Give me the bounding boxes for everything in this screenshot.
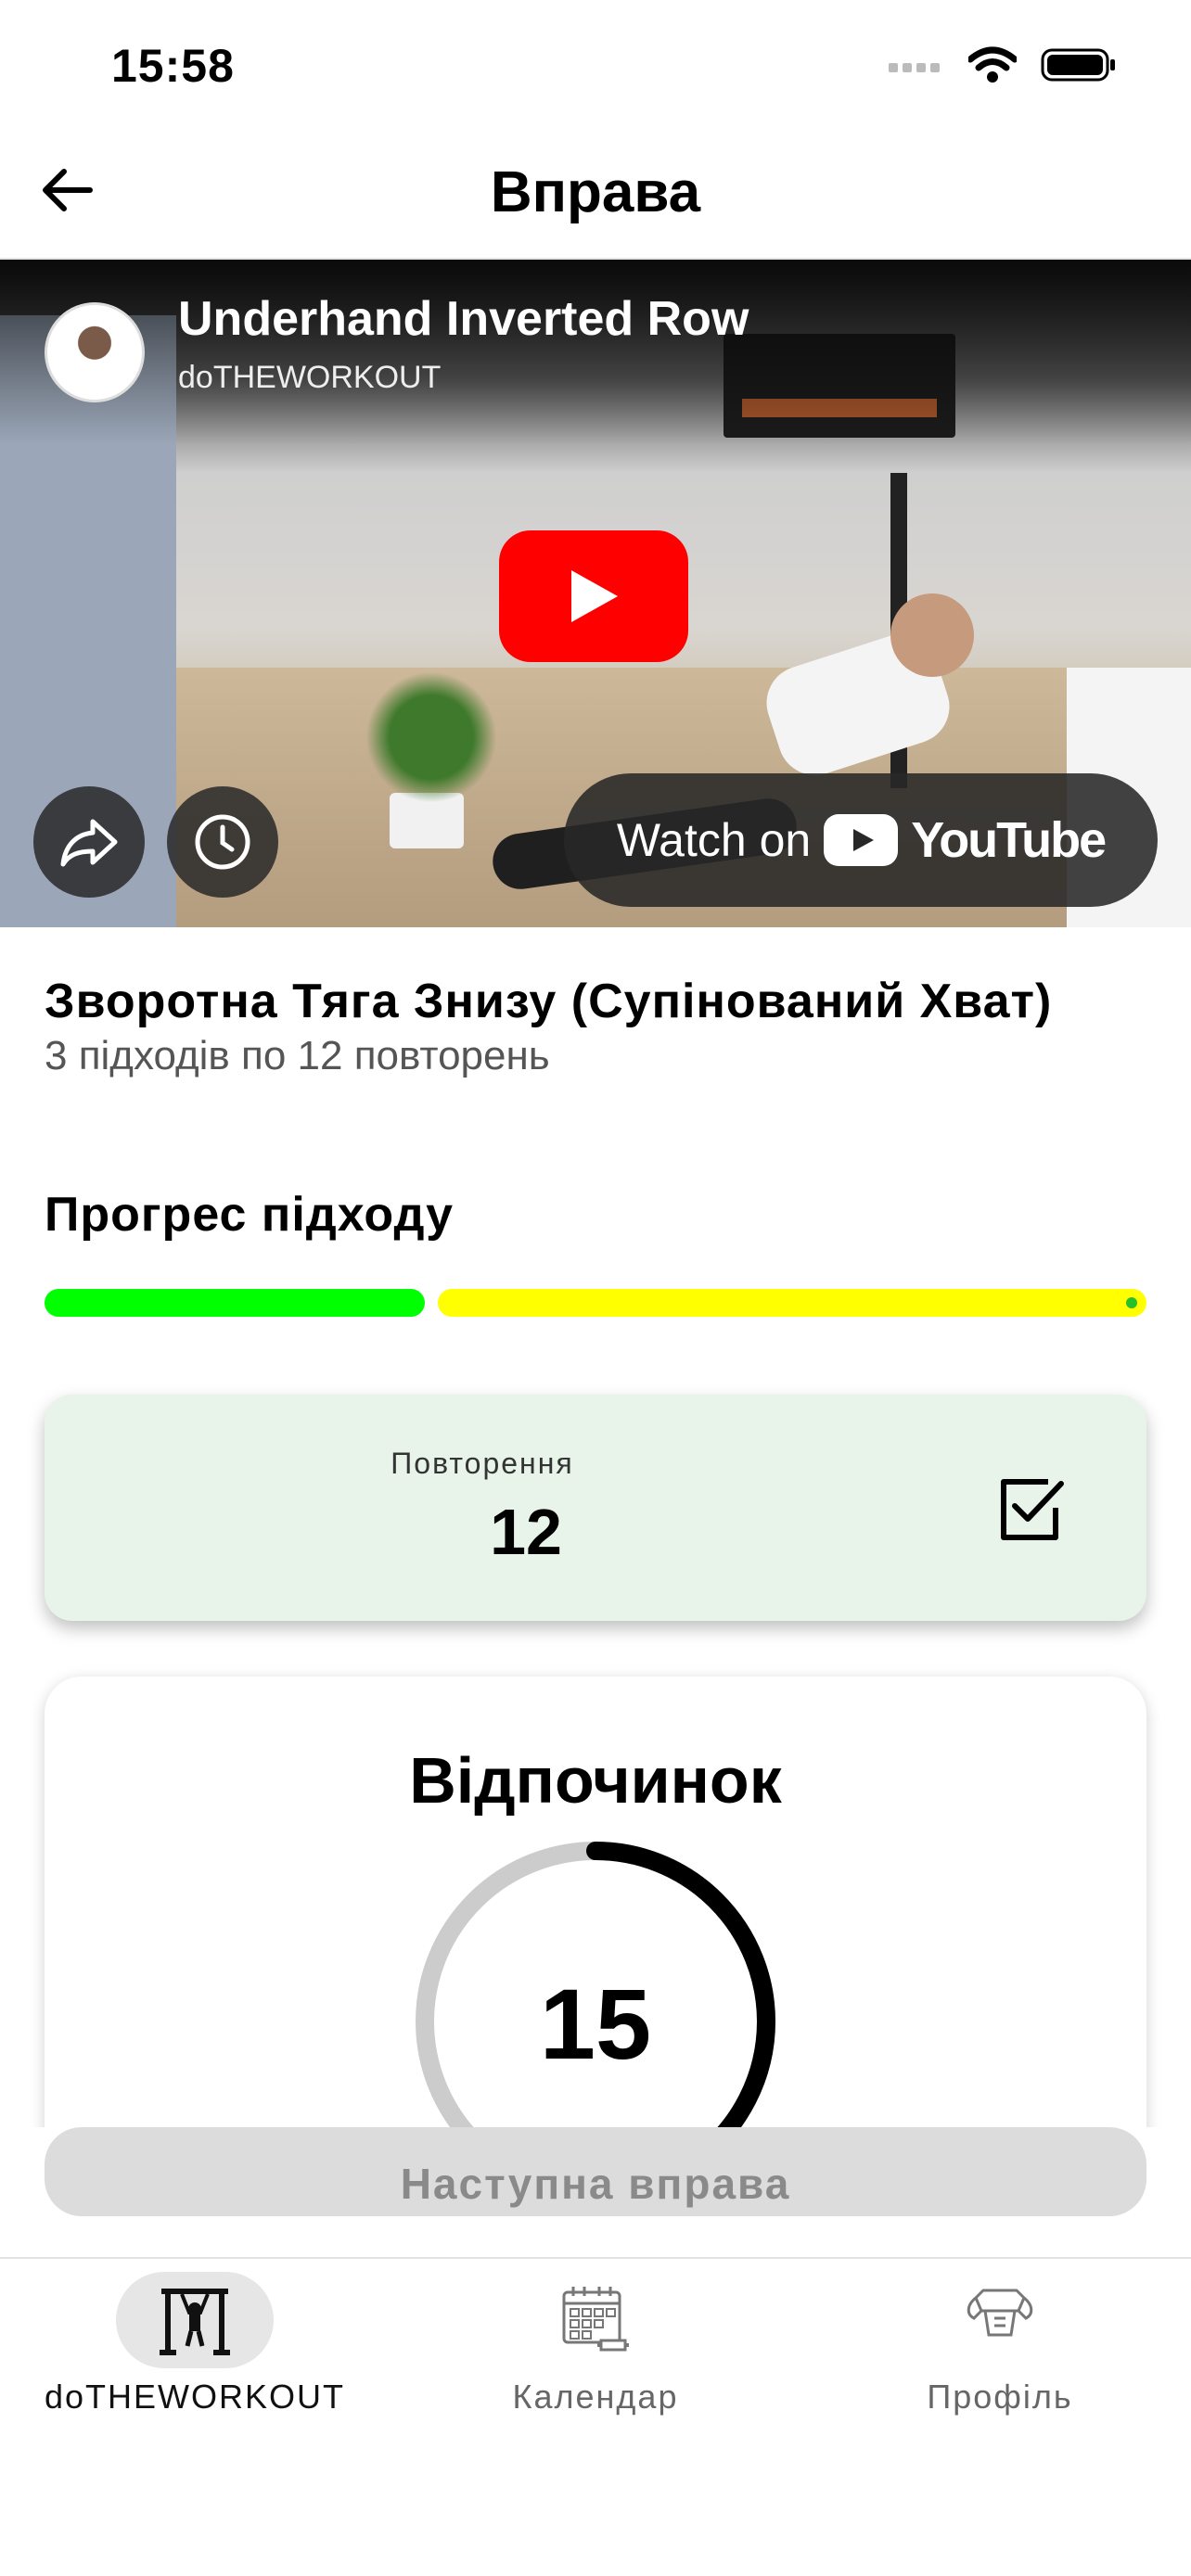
tab-icon-active-pill xyxy=(116,2272,274,2368)
tab-doTHEWORKOUT[interactable]: doTHEWORKOUT xyxy=(0,2272,390,2417)
watch-on-youtube-button[interactable]: Watch on YouTube xyxy=(564,773,1158,907)
signal-icon xyxy=(889,63,940,72)
share-icon xyxy=(60,819,118,867)
tab-label: Профіль xyxy=(927,2378,1073,2416)
complete-set-button[interactable] xyxy=(998,1474,1069,1545)
reps-label: Повторення xyxy=(391,1447,574,1480)
next-exercise-label: Наступна вправа xyxy=(400,2160,791,2208)
reps-value: 12 xyxy=(490,1496,562,1568)
youtube-logo-icon xyxy=(824,814,899,866)
tab-label: Календар xyxy=(512,2378,679,2416)
exercise-name: Зворотна Тяга Знизу (Супінований Хват) xyxy=(45,975,1053,1028)
video-channel[interactable]: doTHEWORKOUT xyxy=(178,360,441,396)
status-icons xyxy=(889,46,1117,83)
top-gradient xyxy=(0,260,1191,445)
page-title: Вправа xyxy=(490,160,701,224)
watch-on-label: Watch on xyxy=(616,814,812,866)
play-icon xyxy=(571,570,618,622)
plant-leaves xyxy=(352,668,510,807)
arrow-left-icon xyxy=(43,169,93,211)
watch-later-button[interactable] xyxy=(167,786,278,898)
person-head xyxy=(890,593,974,677)
checkbox-checked-icon xyxy=(1001,1479,1064,1540)
tab-calendar[interactable]: Календар xyxy=(401,2272,790,2417)
next-exercise-button[interactable]: Наступна вправа xyxy=(45,2127,1146,2216)
battery-icon xyxy=(1041,48,1115,82)
clock-icon xyxy=(195,814,250,870)
progress-indicator-dot xyxy=(1126,1297,1137,1308)
share-button[interactable] xyxy=(33,786,145,898)
tab-label: doTHEWORKOUT xyxy=(44,2378,346,2416)
tab-icon-wrap xyxy=(517,2272,674,2368)
rest-seconds: 15 xyxy=(539,1968,652,2080)
progress-segment-done xyxy=(45,1289,425,1317)
progress-segment-current xyxy=(438,1289,1146,1317)
calendar-icon xyxy=(562,2287,629,2352)
pullup-bar-icon xyxy=(160,2289,230,2355)
back-button[interactable] xyxy=(37,159,98,221)
wifi-icon xyxy=(968,46,1017,83)
video-title[interactable]: Underhand Inverted Row xyxy=(178,291,749,347)
tab-profile[interactable]: Профіль xyxy=(805,2272,1191,2417)
play-button[interactable] xyxy=(499,530,688,662)
rest-title: Відпочинок xyxy=(409,1744,782,1817)
muscle-icon xyxy=(967,2289,1033,2337)
tab-icon-wrap xyxy=(921,2272,1079,2368)
exercise-sets: 3 підходів по 12 повторень xyxy=(45,1033,550,1078)
youtube-wordmark: YouTube xyxy=(911,812,1107,868)
status-time: 15:58 xyxy=(111,40,235,92)
channel-avatar[interactable] xyxy=(45,302,145,402)
set-progress-label: Прогрес підходу xyxy=(45,1188,455,1242)
